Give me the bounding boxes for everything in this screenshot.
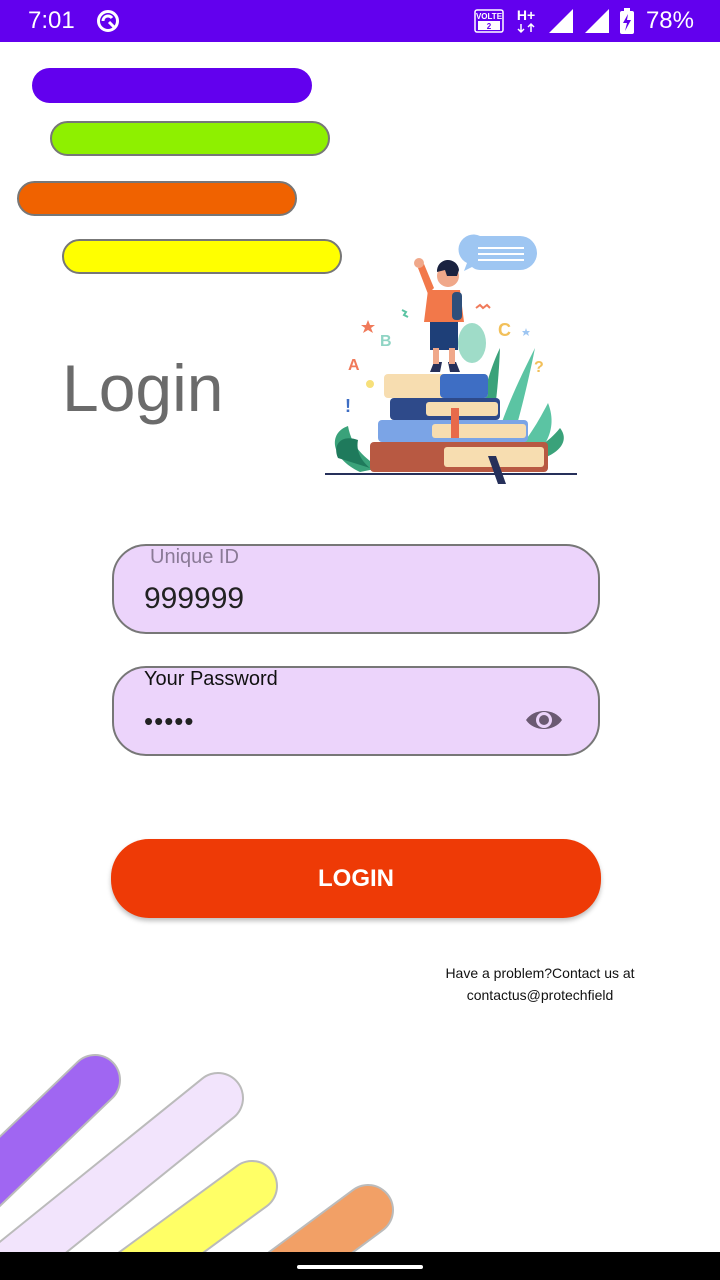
student-books-illustration: B C A ? !	[325, 234, 577, 484]
decor-pill-yellow	[62, 239, 342, 274]
status-time: 7:01	[28, 7, 75, 34]
password-field[interactable]: Your Password •••••	[112, 666, 600, 756]
help-text: Have a problem?Contact us at contactus@p…	[420, 962, 660, 1006]
network-type-icon: H+	[517, 7, 535, 34]
decor-question: ?	[534, 359, 544, 376]
password-input[interactable]: •••••	[144, 706, 195, 737]
signal-icon	[548, 9, 573, 33]
battery-percent: 78%	[645, 7, 694, 34]
sync-status-icon	[97, 10, 119, 32]
decor-pill-purple	[32, 68, 312, 103]
eye-icon[interactable]	[524, 706, 564, 734]
status-bar: 7:01 VOLTE 2 H+ 78%	[0, 0, 720, 42]
unique-id-label: Unique ID	[150, 546, 239, 568]
help-contact-email: contactus@protechfield	[466, 987, 614, 1003]
decor-pill-green	[50, 121, 330, 156]
decor-letter-b: B	[380, 333, 392, 350]
volte-sim: 2	[487, 22, 492, 31]
decor-letter-a: A	[348, 357, 360, 374]
network-type: H+	[517, 7, 535, 23]
volte-icon: VOLTE 2	[474, 9, 504, 33]
battery-charging-icon	[619, 8, 634, 34]
decor-exclaim: !	[345, 396, 351, 416]
help-line-1: Have a problem?Contact us at	[445, 965, 635, 981]
unique-id-field[interactable]: Unique ID 999999	[112, 544, 600, 634]
password-label: Your Password	[144, 668, 278, 690]
page-title: Login	[62, 351, 224, 425]
home-gesture-handle[interactable]	[297, 1265, 423, 1269]
signal-icon-2	[584, 9, 609, 33]
login-button[interactable]: LOGIN	[111, 839, 601, 918]
decor-letter-c: C	[498, 320, 511, 340]
unique-id-input[interactable]: 999999	[144, 582, 244, 616]
bottom-decor-stripes	[0, 1054, 394, 1252]
volte-label: VOLTE	[476, 12, 503, 21]
navigation-bar	[0, 1252, 720, 1280]
decor-pill-orange	[17, 181, 297, 216]
status-icons: VOLTE 2 H+ 78%	[474, 5, 694, 37]
